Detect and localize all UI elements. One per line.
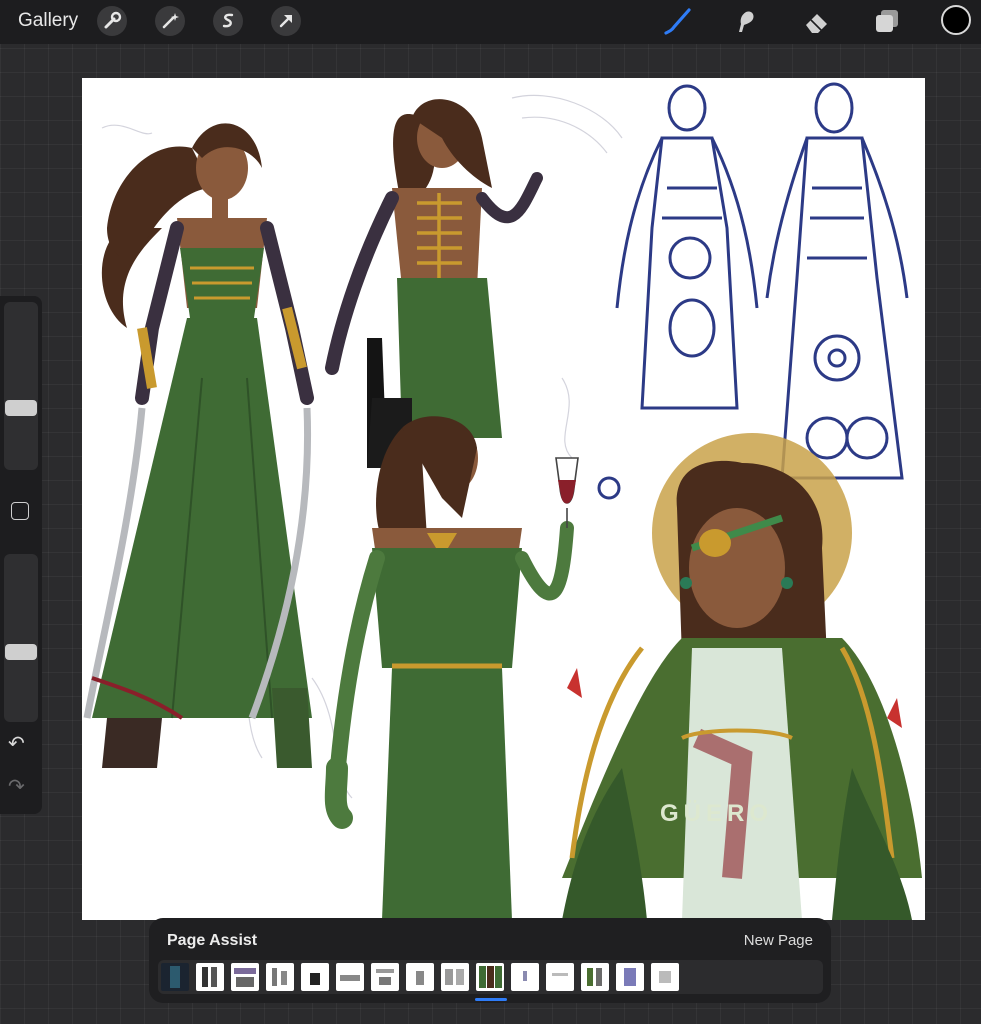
page-thumbnail[interactable] bbox=[441, 963, 469, 991]
page-thumbnail[interactable] bbox=[546, 963, 574, 991]
brush-size-handle[interactable] bbox=[5, 400, 37, 416]
drawing-canvas[interactable]: GÜERO bbox=[82, 78, 925, 920]
character-sheet-artwork bbox=[83, 82, 922, 920]
page-thumbnail-strip bbox=[158, 960, 823, 994]
brush-icon[interactable] bbox=[662, 6, 692, 36]
redo-icon[interactable]: ↷ bbox=[8, 777, 25, 797]
figure-front-sword bbox=[83, 123, 314, 768]
page-thumbnail[interactable] bbox=[651, 963, 679, 991]
figure-wine-glass bbox=[324, 416, 579, 920]
selection-icon[interactable] bbox=[213, 6, 243, 36]
page-assist-title: Page Assist bbox=[167, 932, 258, 949]
new-page-button[interactable]: New Page bbox=[744, 932, 813, 949]
left-sidebar: ↶ ↷ bbox=[0, 296, 42, 814]
page-thumbnail[interactable] bbox=[371, 963, 399, 991]
layers-icon[interactable] bbox=[872, 6, 902, 36]
opacity-handle[interactable] bbox=[5, 644, 37, 660]
page-thumbnail[interactable] bbox=[231, 963, 259, 991]
page-thumbnail[interactable] bbox=[336, 963, 364, 991]
gallery-button[interactable]: Gallery bbox=[18, 10, 78, 32]
figure-back-view bbox=[325, 99, 543, 468]
page-thumbnail[interactable] bbox=[511, 963, 539, 991]
portrait-halo bbox=[562, 433, 922, 920]
undo-icon[interactable]: ↶ bbox=[8, 734, 25, 754]
brush-size-slider[interactable] bbox=[4, 302, 38, 470]
top-toolbar: Gallery bbox=[0, 0, 981, 44]
page-thumbnail[interactable] bbox=[616, 963, 644, 991]
eraser-icon[interactable] bbox=[802, 6, 832, 36]
transform-arrow-icon[interactable] bbox=[271, 6, 301, 36]
page-thumbnail[interactable] bbox=[196, 963, 224, 991]
page-thumbnail-selected[interactable] bbox=[476, 963, 504, 991]
page-thumbnail[interactable] bbox=[266, 963, 294, 991]
magic-wand-icon[interactable] bbox=[155, 6, 185, 36]
page-thumbnail[interactable] bbox=[301, 963, 329, 991]
color-picker-button[interactable] bbox=[941, 5, 971, 35]
opacity-slider[interactable] bbox=[4, 554, 38, 722]
selected-page-indicator bbox=[475, 998, 507, 1001]
page-thumbnail[interactable] bbox=[581, 963, 609, 991]
wrench-icon[interactable] bbox=[97, 6, 127, 36]
smudge-icon[interactable] bbox=[731, 6, 761, 36]
modify-button[interactable] bbox=[11, 502, 29, 520]
page-thumbnail[interactable] bbox=[406, 963, 434, 991]
page-thumbnail[interactable] bbox=[161, 963, 189, 991]
artist-watermark: GÜERO bbox=[660, 800, 774, 827]
page-assist-panel: Page Assist New Page bbox=[149, 918, 831, 1003]
